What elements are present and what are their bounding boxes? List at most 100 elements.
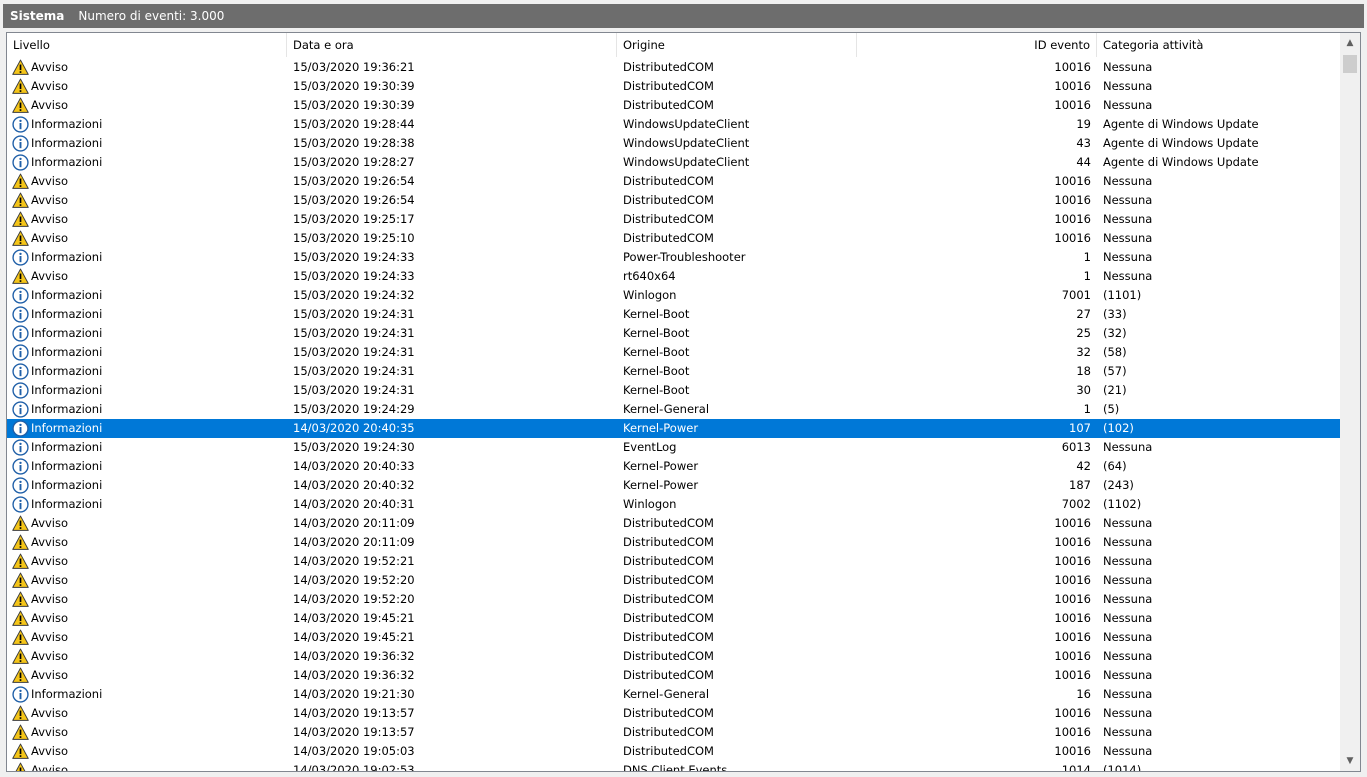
datetime-cell: 14/03/2020 19:36:32 bbox=[293, 668, 415, 682]
table-row[interactable]: Avviso 15/03/2020 19:25:17 DistributedCOM 1… bbox=[7, 210, 1340, 229]
column-header-event-id[interactable]: ID evento bbox=[857, 33, 1097, 57]
scroll-up-icon[interactable]: ▲ bbox=[1340, 33, 1360, 53]
category-cell: Nessuna bbox=[1103, 573, 1153, 587]
table-row[interactable]: Avviso 14/03/2020 19:52:21 DistributedCOM 1… bbox=[7, 552, 1340, 571]
datetime-cell: 14/03/2020 19:13:57 bbox=[293, 706, 415, 720]
table-row[interactable]: Informazioni 14/03/2020 20:40:31 Winlogon 7… bbox=[7, 495, 1340, 514]
category-cell: Nessuna bbox=[1103, 668, 1153, 682]
datetime-cell: 15/03/2020 19:24:32 bbox=[293, 288, 415, 302]
table-row[interactable]: Informazioni 15/03/2020 19:24:32 Winlogon 7… bbox=[7, 286, 1340, 305]
table-row[interactable]: Informazioni 14/03/2020 20:40:33 Kernel-Po… bbox=[7, 457, 1340, 476]
level-label: Avviso bbox=[31, 193, 69, 207]
warning-icon bbox=[12, 534, 29, 551]
warning-icon bbox=[12, 610, 29, 627]
table-row[interactable]: Informazioni 15/03/2020 19:28:38 WindowsUp… bbox=[7, 134, 1340, 153]
table-row[interactable]: Avviso 14/03/2020 19:05:03 DistributedCOM 1… bbox=[7, 742, 1340, 761]
column-header-category[interactable]: Categoria attività bbox=[1097, 33, 1340, 57]
table-row[interactable]: Avviso 15/03/2020 19:26:54 DistributedCOM 1… bbox=[7, 172, 1340, 191]
table-row[interactable]: Avviso 15/03/2020 19:24:33 rt640x64 1 Nessun… bbox=[7, 267, 1340, 286]
source-cell: Kernel-Power bbox=[623, 459, 699, 473]
column-header-datetime[interactable]: Data e ora bbox=[287, 33, 617, 57]
table-row[interactable]: Informazioni 15/03/2020 19:24:31 Kernel-Bo… bbox=[7, 362, 1340, 381]
table-row[interactable]: Avviso 14/03/2020 19:02:53 DNS Client Even… bbox=[7, 761, 1340, 772]
level-label: Informazioni bbox=[31, 383, 103, 397]
level-label: Informazioni bbox=[31, 250, 103, 264]
table-row[interactable]: Informazioni 15/03/2020 19:24:33 Power-Tro… bbox=[7, 248, 1340, 267]
scroll-thumb[interactable] bbox=[1343, 55, 1357, 73]
datetime-cell: 14/03/2020 19:52:21 bbox=[293, 554, 415, 568]
level-label: Avviso bbox=[31, 611, 69, 625]
datetime-cell: 14/03/2020 20:11:09 bbox=[293, 516, 415, 530]
table-row[interactable]: Informazioni 15/03/2020 19:24:29 Kernel-Ge… bbox=[7, 400, 1340, 419]
category-cell: Nessuna bbox=[1103, 706, 1153, 720]
warning-icon bbox=[12, 553, 29, 570]
level-label: Informazioni bbox=[31, 136, 103, 150]
datetime-cell: 15/03/2020 19:26:54 bbox=[293, 193, 415, 207]
datetime-cell: 15/03/2020 19:30:39 bbox=[293, 79, 415, 93]
table-row[interactable]: Avviso 14/03/2020 19:45:21 DistributedCOM 1… bbox=[7, 609, 1340, 628]
info-icon bbox=[12, 686, 29, 703]
source-cell: DistributedCOM bbox=[623, 592, 714, 606]
table-row[interactable]: Informazioni 15/03/2020 19:28:44 WindowsUp… bbox=[7, 115, 1340, 134]
table-row[interactable]: Avviso 14/03/2020 19:52:20 DistributedCOM 1… bbox=[7, 571, 1340, 590]
table-row[interactable]: Avviso 14/03/2020 19:13:57 DistributedCOM 1… bbox=[7, 723, 1340, 742]
table-row[interactable]: Informazioni 15/03/2020 19:24:30 EventLog 6… bbox=[7, 438, 1340, 457]
source-cell: DNS Client Events bbox=[623, 763, 728, 772]
log-title-bar: Sistema Numero di eventi: 3.000 bbox=[3, 4, 1364, 28]
category-cell: (58) bbox=[1103, 345, 1127, 359]
level-cell: Informazioni bbox=[7, 305, 287, 324]
vertical-scrollbar[interactable]: ▲ ▼ bbox=[1340, 33, 1360, 771]
source-cell: DistributedCOM bbox=[623, 725, 714, 739]
column-header-source[interactable]: Origine bbox=[617, 33, 857, 57]
table-row[interactable]: Avviso 14/03/2020 19:52:20 DistributedCOM 1… bbox=[7, 590, 1340, 609]
info-icon bbox=[12, 135, 29, 152]
level-cell: Informazioni bbox=[7, 153, 287, 172]
info-icon bbox=[12, 249, 29, 266]
table-row[interactable]: Informazioni 15/03/2020 19:24:31 Kernel-Bo… bbox=[7, 343, 1340, 362]
scroll-down-icon[interactable]: ▼ bbox=[1340, 751, 1360, 771]
column-header-level[interactable]: Livello bbox=[7, 33, 287, 57]
table-row[interactable]: Avviso 14/03/2020 20:11:09 DistributedCOM 1… bbox=[7, 514, 1340, 533]
category-cell: Nessuna bbox=[1103, 630, 1153, 644]
level-cell: Informazioni bbox=[7, 134, 287, 153]
table-row[interactable]: Avviso 15/03/2020 19:36:21 DistributedCOM 1… bbox=[7, 58, 1340, 77]
table-row[interactable]: Informazioni 14/03/2020 20:40:35 Kernel-Po… bbox=[7, 419, 1340, 438]
table-row[interactable]: Avviso 15/03/2020 19:30:39 DistributedCOM 1… bbox=[7, 77, 1340, 96]
level-cell: Informazioni bbox=[7, 248, 287, 267]
table-row[interactable]: Informazioni 15/03/2020 19:24:31 Kernel-Bo… bbox=[7, 324, 1340, 343]
event-count: Numero di eventi: 3.000 bbox=[78, 9, 225, 23]
source-cell: WindowsUpdateClient bbox=[623, 155, 750, 169]
table-row[interactable]: Avviso 15/03/2020 19:25:10 DistributedCOM 1… bbox=[7, 229, 1340, 248]
info-icon bbox=[12, 363, 29, 380]
source-cell: DistributedCOM bbox=[623, 516, 714, 530]
category-cell: (1102) bbox=[1103, 497, 1142, 511]
datetime-cell: 15/03/2020 19:28:38 bbox=[293, 136, 415, 150]
column-header: Livello Data e ora Origine ID evento Cat… bbox=[7, 33, 1340, 57]
table-row[interactable]: Informazioni 14/03/2020 19:21:30 Kernel-Ge… bbox=[7, 685, 1340, 704]
event-id-cell: 10016 bbox=[1054, 725, 1091, 739]
table-row[interactable]: Avviso 14/03/2020 20:11:09 DistributedCOM 1… bbox=[7, 533, 1340, 552]
table-row[interactable]: Avviso 14/03/2020 19:45:21 DistributedCOM 1… bbox=[7, 628, 1340, 647]
table-row[interactable]: Informazioni 15/03/2020 19:28:27 WindowsUp… bbox=[7, 153, 1340, 172]
table-row[interactable]: Informazioni 15/03/2020 19:24:31 Kernel-Bo… bbox=[7, 305, 1340, 324]
table-row[interactable]: Avviso 15/03/2020 19:30:39 DistributedCOM 1… bbox=[7, 96, 1340, 115]
source-cell: Kernel-Boot bbox=[623, 383, 690, 397]
datetime-cell: 15/03/2020 19:26:54 bbox=[293, 174, 415, 188]
table-row[interactable]: Informazioni 14/03/2020 20:40:32 Kernel-Po… bbox=[7, 476, 1340, 495]
table-row[interactable]: Avviso 14/03/2020 19:13:57 DistributedCOM 1… bbox=[7, 704, 1340, 723]
level-cell: Informazioni bbox=[7, 381, 287, 400]
table-row[interactable]: Avviso 14/03/2020 19:36:32 DistributedCOM 1… bbox=[7, 666, 1340, 685]
datetime-cell: 14/03/2020 19:21:30 bbox=[293, 687, 415, 701]
event-id-cell: 19 bbox=[1076, 117, 1091, 131]
table-row[interactable]: Avviso 15/03/2020 19:26:54 DistributedCOM 1… bbox=[7, 191, 1340, 210]
category-cell: Nessuna bbox=[1103, 212, 1153, 226]
level-cell: Informazioni bbox=[7, 115, 287, 134]
event-list[interactable]: Livello Data e ora Origine ID evento Cat… bbox=[6, 32, 1361, 772]
level-label: Informazioni bbox=[31, 288, 103, 302]
datetime-cell: 15/03/2020 19:24:33 bbox=[293, 250, 415, 264]
table-row[interactable]: Informazioni 15/03/2020 19:24:31 Kernel-Bo… bbox=[7, 381, 1340, 400]
category-cell: Nessuna bbox=[1103, 744, 1153, 758]
category-cell: Nessuna bbox=[1103, 687, 1153, 701]
category-cell: Nessuna bbox=[1103, 592, 1153, 606]
table-row[interactable]: Avviso 14/03/2020 19:36:32 DistributedCOM 1… bbox=[7, 647, 1340, 666]
